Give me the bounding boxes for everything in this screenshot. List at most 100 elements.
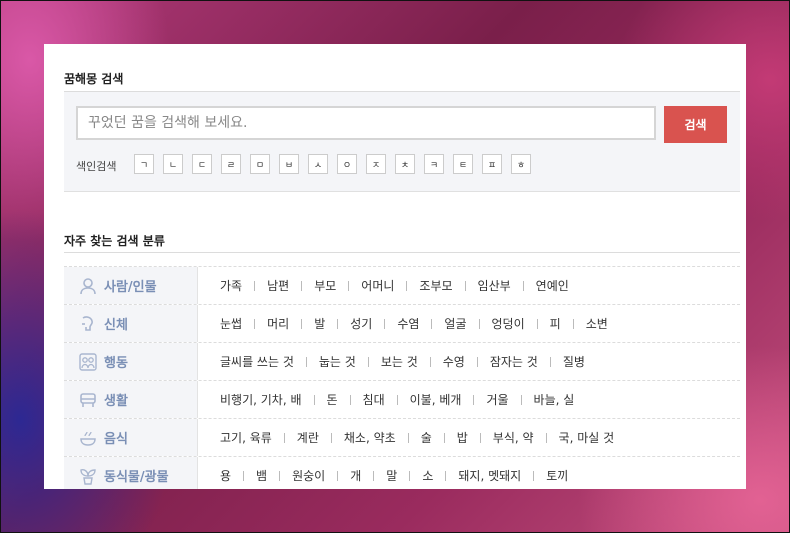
index-key[interactable]: ㄱ — [134, 154, 154, 174]
category-link[interactable]: 보는 것 — [381, 353, 418, 370]
index-key[interactable]: ㅎ — [511, 154, 531, 174]
category-link[interactable]: 질병 — [563, 353, 585, 370]
category-link[interactable]: 조부모 — [419, 277, 452, 294]
category-link[interactable]: 돈 — [327, 391, 338, 408]
index-key[interactable]: ㅅ — [308, 154, 328, 174]
index-key[interactable]: ㅁ — [250, 154, 270, 174]
person-icon — [78, 276, 98, 296]
category-link[interactable]: 얼굴 — [444, 315, 466, 332]
category-header[interactable]: 사람/인물 — [64, 267, 198, 304]
separator — [283, 432, 285, 443]
category-link[interactable]: 국, 마실 것 — [559, 429, 615, 446]
index-key[interactable]: ㅇ — [337, 154, 357, 174]
category-link[interactable]: 계란 — [297, 429, 319, 446]
index-key[interactable]: ㄴ — [163, 154, 183, 174]
category-link[interactable]: 뱀 — [256, 467, 267, 484]
category-link[interactable]: 연예인 — [536, 277, 569, 294]
category-link[interactable]: 원숭이 — [292, 467, 325, 484]
index-key[interactable]: ㅈ — [366, 154, 386, 174]
category-link[interactable]: 수염 — [397, 315, 419, 332]
category-link[interactable]: 바늘, 실 — [534, 391, 575, 408]
category-link[interactable]: 용 — [220, 467, 231, 484]
separator — [305, 356, 307, 367]
category-link-list: 가족 남편 부모 어머니 조부모 임산부 연예인 — [198, 277, 569, 294]
separator — [431, 318, 433, 329]
category-link[interactable]: 가족 — [220, 277, 242, 294]
category-link[interactable]: 채소, 약초 — [344, 429, 396, 446]
index-key[interactable]: ㅋ — [424, 154, 444, 174]
dream-search-panel: 꿈해몽 검색 검색 색인검색 ㄱㄴㄷㄹㅁㅂㅅㅇㅈㅊㅋㅌㅍㅎ 자주 찾는 검색 분… — [44, 44, 746, 489]
category-link[interactable]: 밥 — [457, 429, 468, 446]
separator — [572, 318, 574, 329]
index-key[interactable]: ㄹ — [221, 154, 241, 174]
category-link[interactable]: 어머니 — [361, 277, 394, 294]
category-link[interactable]: 소 — [422, 467, 433, 484]
index-key[interactable]: ㅌ — [453, 154, 473, 174]
category-link[interactable]: 엉덩이 — [492, 315, 525, 332]
separator — [279, 470, 281, 481]
separator — [373, 470, 375, 481]
category-header[interactable]: 신체 — [64, 305, 198, 342]
search-input[interactable] — [76, 106, 656, 140]
category-link[interactable]: 비행기, 기차, 배 — [220, 391, 302, 408]
search-button[interactable]: 검색 — [664, 106, 727, 143]
index-search-label: 색인검색 — [76, 160, 117, 173]
separator — [384, 318, 386, 329]
separator — [429, 356, 431, 367]
separator — [443, 432, 445, 443]
category-link[interactable]: 수영 — [443, 353, 465, 370]
category-header[interactable]: 행동 — [64, 343, 198, 380]
separator — [348, 280, 350, 291]
category-link[interactable]: 글씨를 쓰는 것 — [220, 353, 294, 370]
category-link[interactable]: 피 — [550, 315, 561, 332]
index-key-list: ㄱㄴㄷㄹㅁㅂㅅㅇㅈㅊㅋㅌㅍㅎ — [134, 154, 531, 174]
index-key[interactable]: ㅊ — [395, 154, 415, 174]
index-key[interactable]: ㄷ — [192, 154, 212, 174]
car-icon — [78, 390, 98, 410]
separator — [533, 470, 535, 481]
separator — [254, 280, 256, 291]
category-row: 행동 글씨를 쓰는 것 눕는 것 보는 것 수영 잠자는 것 질병 — [64, 342, 740, 380]
category-link[interactable]: 성기 — [350, 315, 372, 332]
category-name: 동식물/광물 — [104, 470, 169, 485]
category-header[interactable]: 생활 — [64, 381, 198, 418]
category-link[interactable]: 개 — [350, 467, 361, 484]
category-link[interactable]: 부식, 약 — [493, 429, 534, 446]
category-link[interactable]: 발 — [314, 315, 325, 332]
separator — [464, 280, 466, 291]
category-link[interactable]: 이불, 베개 — [410, 391, 462, 408]
separator — [349, 394, 351, 405]
separator — [478, 318, 480, 329]
category-name: 행동 — [104, 356, 128, 371]
separator — [536, 318, 538, 329]
category-link[interactable]: 잠자는 것 — [490, 353, 538, 370]
category-row: 사람/인물 가족 남편 부모 어머니 조부모 임산부 연예인 — [64, 266, 740, 304]
category-row: 음식 고기, 육류 계란 채소, 약초 술 밥 부식, 약 국, 마실 것 — [64, 418, 740, 456]
category-link[interactable]: 돼지, 멧돼지 — [458, 467, 521, 484]
category-link[interactable]: 눈썹 — [220, 315, 242, 332]
category-link[interactable]: 부모 — [314, 277, 336, 294]
category-link-list: 용 뱀 원숭이 개 말 소 돼지, 멧돼지 토끼 — [198, 467, 568, 484]
category-link[interactable]: 거울 — [486, 391, 508, 408]
category-link[interactable]: 술 — [421, 429, 432, 446]
category-link[interactable]: 남편 — [267, 277, 289, 294]
separator — [409, 470, 411, 481]
category-link[interactable]: 말 — [386, 467, 397, 484]
separator — [406, 280, 408, 291]
category-header[interactable]: 음식 — [64, 419, 198, 456]
separator — [473, 394, 475, 405]
category-link[interactable]: 머리 — [267, 315, 289, 332]
separator — [301, 280, 303, 291]
category-header[interactable]: 동식물/광물 — [64, 457, 198, 489]
category-link[interactable]: 침대 — [363, 391, 385, 408]
separator — [330, 432, 332, 443]
category-link[interactable]: 임산부 — [478, 277, 511, 294]
category-link[interactable]: 고기, 육류 — [220, 429, 272, 446]
index-key[interactable]: ㅂ — [279, 154, 299, 174]
index-key[interactable]: ㅍ — [482, 154, 502, 174]
category-link[interactable]: 눕는 것 — [319, 353, 356, 370]
category-row: 생활 비행기, 기차, 배 돈 침대 이불, 베개 거울 바늘, 실 — [64, 380, 740, 418]
category-link[interactable]: 토끼 — [546, 467, 568, 484]
category-link-list: 비행기, 기차, 배 돈 침대 이불, 베개 거울 바늘, 실 — [198, 391, 574, 408]
category-link[interactable]: 소변 — [586, 315, 608, 332]
